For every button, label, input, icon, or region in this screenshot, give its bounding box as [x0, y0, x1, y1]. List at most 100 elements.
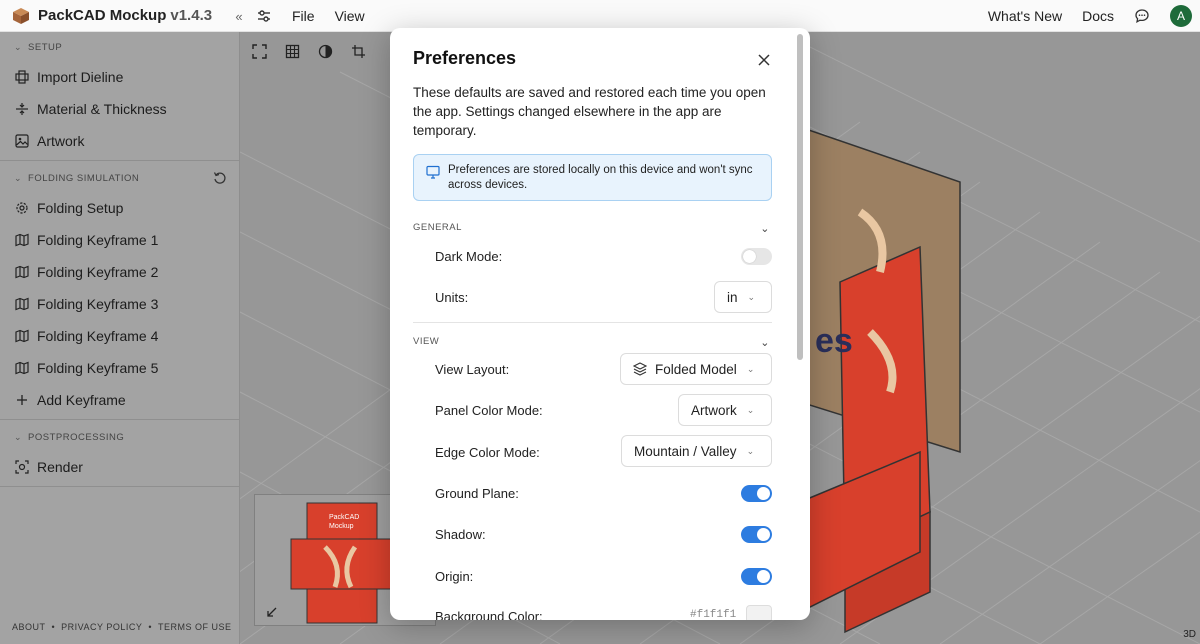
map-icon — [15, 233, 29, 247]
section-folding-label: FOLDING SIMULATION — [28, 172, 140, 184]
collapse-sidebar-button[interactable]: « — [229, 6, 249, 26]
monitor-icon — [426, 165, 440, 179]
toggle-knob — [757, 487, 770, 500]
thickness-icon — [16, 103, 28, 115]
sidebar-item-label: Render — [37, 459, 83, 475]
background-color-hex: #f1f1f1 — [690, 609, 737, 620]
gear-icon — [16, 202, 28, 214]
dieline-icon — [15, 70, 29, 84]
chevron-down-icon: ⌄ — [746, 445, 755, 456]
expand-icon[interactable] — [267, 607, 277, 617]
section-postprocessing[interactable]: ⌄ POSTPROCESSING — [0, 423, 239, 451]
sidebar-item-keyframe-1[interactable]: Folding Keyframe 1 — [0, 224, 239, 256]
menu-file[interactable]: File — [292, 8, 315, 24]
fullscreen-icon[interactable] — [252, 44, 267, 59]
sidebar-item-keyframe-4[interactable]: Folding Keyframe 4 — [0, 320, 239, 352]
footer-separator: • — [51, 622, 56, 632]
edge-color-value: Mountain / Valley — [634, 443, 737, 459]
sidebar-item-label: Import Dieline — [37, 69, 124, 85]
divider — [0, 419, 239, 420]
divider — [0, 160, 239, 161]
ground-plane-toggle[interactable] — [741, 485, 772, 502]
chevron-down-icon: ⌄ — [14, 431, 23, 442]
shadow-label: Shadow: — [435, 527, 486, 542]
sidebar-item-import-dieline[interactable]: Import Dieline — [0, 61, 239, 93]
sidebar-item-render[interactable]: Render — [0, 451, 239, 483]
app-version: v1.4.3 — [170, 7, 213, 24]
dark-mode-label: Dark Mode: — [435, 249, 503, 264]
group-general-header[interactable]: GENERAL ⌄ — [413, 222, 772, 238]
sliders-icon[interactable] — [256, 8, 272, 24]
background-color-label: Background Color: — [435, 609, 543, 620]
viewport-toolbar — [252, 44, 366, 59]
units-label: Units: — [435, 290, 469, 305]
toggle-knob — [757, 528, 770, 541]
toggle-knob — [743, 250, 756, 263]
sidebar-item-add-keyframe[interactable]: Add Keyframe — [0, 384, 239, 416]
terms-link[interactable]: TERMS OF USE — [158, 622, 232, 632]
close-button[interactable] — [752, 48, 776, 72]
layers-icon — [633, 362, 647, 376]
sidebar-item-label: Folding Setup — [37, 200, 124, 216]
label-3d: 3D — [1183, 629, 1196, 640]
map-icon — [15, 297, 29, 311]
sidebar-item-label: Folding Keyframe 4 — [37, 328, 159, 344]
preview-text-line-2: Mockup — [329, 523, 354, 530]
edge-color-select[interactable]: Mountain / Valley ⌄ — [621, 435, 772, 467]
plus-icon — [17, 395, 27, 405]
shadow-toggle[interactable] — [741, 526, 772, 543]
toggle-knob — [757, 570, 770, 583]
brand: PackCAD Mockup v1.4.3 — [0, 0, 240, 32]
contrast-icon[interactable] — [318, 44, 333, 59]
notice-text: Preferences are stored locally on this d… — [448, 164, 753, 191]
chevron-down-icon: ⌄ — [14, 172, 23, 183]
grid-icon[interactable] — [285, 44, 300, 59]
view-layout-select[interactable]: Folded Model ⌄ — [620, 353, 772, 385]
box-text: es — [815, 322, 853, 360]
sidebar-item-label: Folding Keyframe 1 — [37, 232, 159, 248]
origin-label: Origin: — [435, 569, 474, 584]
footer-separator: • — [148, 622, 153, 632]
sidebar-item-material[interactable]: Material & Thickness — [0, 93, 239, 125]
dialog-title: Preferences — [413, 48, 517, 68]
menu-view[interactable]: View — [335, 8, 365, 24]
whats-new-link[interactable]: What's New — [988, 8, 1062, 24]
edge-color-label: Edge Color Mode: — [435, 445, 540, 460]
sidebar-item-artwork[interactable]: Artwork — [0, 125, 239, 157]
panel-color-value: Artwork — [691, 402, 737, 418]
chevron-down-icon: ⌄ — [760, 337, 770, 349]
scrollbar-thumb[interactable] — [797, 34, 803, 360]
section-folding[interactable]: ⌄ FOLDING SIMULATION — [0, 164, 239, 192]
dark-mode-toggle[interactable] — [741, 248, 772, 265]
group-general-label: GENERAL — [413, 222, 462, 233]
sidebar-item-keyframe-3[interactable]: Folding Keyframe 3 — [0, 288, 239, 320]
folded-box-model: es — [799, 125, 961, 634]
sidebar-item-keyframe-2[interactable]: Folding Keyframe 2 — [0, 256, 239, 288]
units-select[interactable]: in ⌄ — [714, 281, 772, 313]
sidebar: ⌄ SETUP Import Dieline Material & Thickn… — [0, 32, 240, 644]
background-color-swatch[interactable] — [746, 605, 772, 620]
privacy-link[interactable]: PRIVACY POLICY — [61, 622, 142, 632]
sidebar-item-folding-setup[interactable]: Folding Setup — [0, 192, 239, 224]
avatar[interactable]: A — [1170, 5, 1192, 27]
group-view-header[interactable]: VIEW ⌄ — [413, 336, 772, 352]
ground-plane-label: Ground Plane: — [435, 486, 519, 501]
units-value: in — [727, 289, 738, 305]
dialog-scrollbar[interactable] — [796, 32, 804, 616]
reset-icon[interactable] — [213, 171, 227, 185]
chevron-down-icon: ⌄ — [747, 291, 756, 302]
section-setup[interactable]: ⌄ SETUP — [0, 33, 239, 61]
camera-focus-icon — [15, 460, 29, 474]
chevron-down-icon: ⌄ — [746, 363, 755, 374]
map-icon — [15, 265, 29, 279]
chat-icon[interactable] — [1134, 8, 1150, 24]
origin-toggle[interactable] — [741, 568, 772, 585]
sidebar-item-keyframe-5[interactable]: Folding Keyframe 5 — [0, 352, 239, 384]
map-icon — [15, 361, 29, 375]
view-layout-label: View Layout: — [435, 362, 510, 377]
preview-text-line-1: PackCAD — [329, 514, 359, 521]
about-link[interactable]: ABOUT — [12, 622, 46, 632]
docs-link[interactable]: Docs — [1082, 8, 1114, 24]
crop-icon[interactable] — [351, 44, 366, 59]
panel-color-select[interactable]: Artwork ⌄ — [678, 394, 772, 426]
